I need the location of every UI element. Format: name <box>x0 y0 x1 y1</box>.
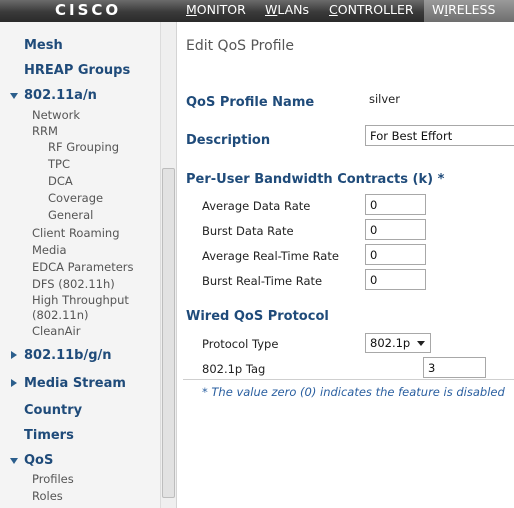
sidebar-item-mesh[interactable]: Mesh <box>24 38 63 53</box>
sidebar-item-media[interactable]: Media <box>32 243 67 257</box>
average-data-rate-input[interactable]: 0 <box>365 194 426 215</box>
802-1p-tag-label: 802.1p Tag <box>202 362 266 376</box>
sidebar-item-dca[interactable]: DCA <box>48 174 73 188</box>
nav-monitor[interactable]: MONITOR <box>186 2 246 17</box>
top-navigation-bar: CISCO MONITOR WLANs CONTROLLER WIRELESS <box>0 0 514 22</box>
sidebar-item-media-stream[interactable]: Media Stream <box>24 376 126 391</box>
sidebar-item-rrm[interactable]: RRM <box>32 124 58 138</box>
sidebar-item-tpc[interactable]: TPC <box>48 157 70 171</box>
burst-data-rate-label: Burst Data Rate <box>202 224 294 238</box>
sidebar-item-edca-parameters[interactable]: EDCA Parameters <box>32 260 134 274</box>
nav-wireless-label: RELESS <box>448 2 496 17</box>
wired-qos-protocol-heading: Wired QoS Protocol <box>186 309 329 324</box>
triangle-down-icon[interactable] <box>10 93 18 99</box>
burst-data-rate-input[interactable]: 0 <box>365 219 426 240</box>
nav-controller[interactable]: CONTROLLER <box>329 2 414 17</box>
description-label: Description <box>186 133 271 148</box>
sidebar-item-hreap-groups[interactable]: HREAP Groups <box>24 63 130 78</box>
protocol-type-selected-value: 802.1p <box>370 336 411 350</box>
sidebar-item-high-throughput-sub[interactable]: (802.11n) <box>32 308 89 322</box>
description-input[interactable]: For Best Effort <box>365 125 514 146</box>
main-content: Edit QoS Profile QoS Profile Name silver… <box>178 22 514 508</box>
triangle-right-icon[interactable] <box>11 379 17 387</box>
sidebar-item-802-11b-g-n[interactable]: 802.11b/g/n <box>24 348 112 363</box>
sidebar-item-dfs[interactable]: DFS (802.11h) <box>32 277 115 291</box>
sidebar-item-802-11a-n[interactable]: 802.11a/n <box>24 88 97 103</box>
average-real-time-rate-label: Average Real-Time Rate <box>202 249 339 263</box>
sidebar: Mesh HREAP Groups 802.11a/n Network RRM … <box>0 22 177 508</box>
sidebar-item-timers[interactable]: Timers <box>24 428 74 443</box>
qos-profile-name-value: silver <box>369 92 400 106</box>
sidebar-item-country[interactable]: Country <box>24 403 82 418</box>
sidebar-item-qos[interactable]: QoS <box>24 453 53 468</box>
nav-monitor-label: ONITOR <box>196 2 246 17</box>
page-title: Edit QoS Profile <box>186 38 295 54</box>
sidebar-item-rf-grouping[interactable]: RF Grouping <box>48 140 119 154</box>
802-1p-tag-input[interactable]: 3 <box>423 357 486 378</box>
sidebar-item-client-roaming[interactable]: Client Roaming <box>32 226 120 240</box>
sidebar-item-cleanair[interactable]: CleanAir <box>32 324 80 338</box>
section-divider <box>183 379 514 380</box>
average-real-time-rate-input[interactable]: 0 <box>365 244 426 265</box>
burst-real-time-rate-label: Burst Real-Time Rate <box>202 274 323 288</box>
nav-wireless[interactable]: WIRELESS <box>424 0 514 22</box>
per-user-bandwidth-heading: Per-User Bandwidth Contracts (k) * <box>186 172 445 187</box>
protocol-type-label: Protocol Type <box>202 337 279 351</box>
sidebar-item-profiles[interactable]: Profiles <box>32 472 74 486</box>
chevron-down-icon <box>417 341 425 346</box>
protocol-type-select[interactable]: 802.1p <box>365 333 431 353</box>
scrollbar-thumb[interactable] <box>162 168 175 498</box>
average-data-rate-label: Average Data Rate <box>202 199 311 213</box>
burst-real-time-rate-input[interactable]: 0 <box>365 269 426 290</box>
sidebar-scrollbar[interactable] <box>160 22 176 508</box>
qos-profile-name-label: QoS Profile Name <box>186 95 315 110</box>
nav-monitor-accesskey: M <box>186 2 197 17</box>
sidebar-item-coverage[interactable]: Coverage <box>48 191 103 205</box>
cisco-logo: CISCO <box>55 1 122 19</box>
nav-wlans-label: LANs <box>277 2 310 17</box>
sidebar-item-roles[interactable]: Roles <box>32 489 63 503</box>
footnote: * The value zero (0) indicates the featu… <box>202 385 505 399</box>
triangle-down-icon[interactable] <box>10 458 18 464</box>
nav-wireless-prefix: W <box>432 2 445 17</box>
triangle-right-icon[interactable] <box>11 351 17 359</box>
nav-controller-label: ONTROLLER <box>337 2 414 17</box>
sidebar-item-high-throughput[interactable]: High Throughput <box>32 293 129 307</box>
nav-wlans-accesskey: W <box>265 2 278 17</box>
nav-controller-accesskey: C <box>329 2 338 17</box>
nav-wlans[interactable]: WLANs <box>265 2 309 17</box>
sidebar-item-general[interactable]: General <box>48 208 93 222</box>
sidebar-item-network[interactable]: Network <box>32 108 80 122</box>
